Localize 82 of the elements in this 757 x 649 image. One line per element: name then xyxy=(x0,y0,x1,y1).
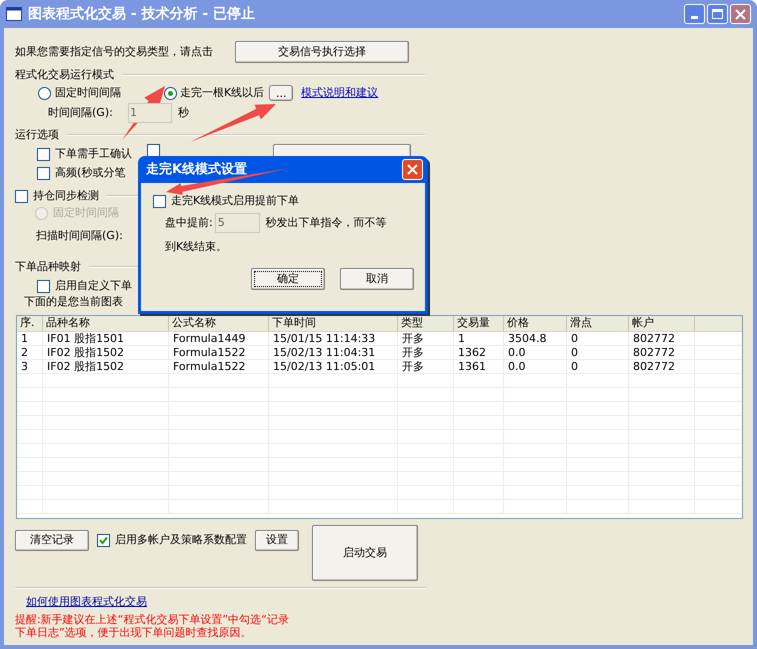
column-header[interactable]: 滑点 xyxy=(567,316,629,331)
table-cell: 15/01/15 11:14:33 xyxy=(269,332,398,345)
checkbox[interactable] xyxy=(153,195,166,208)
interval-unit: 秒 xyxy=(178,104,189,121)
mode-help-link[interactable]: 模式说明和建议 xyxy=(301,84,378,102)
scan-interval-label: 扫描时间间隔(G): xyxy=(36,228,123,244)
column-header[interactable]: 序. xyxy=(17,316,43,331)
interval-label: 时间间隔(G): xyxy=(48,104,114,121)
table-cell: 2 xyxy=(17,346,43,359)
table-cell: 0.0 xyxy=(504,346,567,359)
advance-label: 盘中提前: xyxy=(165,214,213,231)
annotation-arrow xyxy=(122,86,165,140)
table-cell: 0.0 xyxy=(504,360,567,373)
dialog-title: 走完K线模式设置 xyxy=(146,160,248,179)
checkbox[interactable] xyxy=(97,534,110,547)
checkbox-label: 高频(秒或分笔 xyxy=(55,165,126,182)
start-trading-button[interactable]: 启动交易 xyxy=(312,525,418,581)
table-cell: 1 xyxy=(454,332,504,345)
checkbox-label: 下单需手工确认 xyxy=(55,146,132,162)
checkbox-label: 启用多帐户及策略系数配置 xyxy=(115,532,247,548)
table-cell: 15/02/13 11:05:01 xyxy=(269,360,398,373)
checkbox[interactable] xyxy=(37,280,50,292)
table-cell: 802772 xyxy=(629,346,695,359)
radio-label: 走完一根K线以后 xyxy=(180,84,264,101)
radio-button[interactable] xyxy=(164,86,177,100)
maximize-button[interactable] xyxy=(707,4,728,24)
table-cell: 0 xyxy=(567,360,629,373)
table-cell: 3504.8 xyxy=(504,332,567,345)
checkbox[interactable] xyxy=(147,144,160,157)
radio-label: 固定时间间隔 xyxy=(53,204,119,221)
radio-label: 固定时间间隔 xyxy=(55,84,121,101)
table-cell: 1362 xyxy=(454,346,504,359)
table-cell: 1361 xyxy=(454,360,504,373)
table-cell: 0 xyxy=(567,346,629,359)
table-cell: 开多 xyxy=(398,346,454,359)
close-icon xyxy=(735,8,746,20)
column-header[interactable]: 交易量 xyxy=(454,316,504,331)
group-heading: 下单品种映射 xyxy=(15,258,81,275)
cancel-button[interactable]: 取消 xyxy=(340,268,414,290)
table-cell: Formula1522 xyxy=(169,360,269,373)
checkbox[interactable] xyxy=(37,148,50,160)
table-cell: 开多 xyxy=(398,360,454,373)
table-cell: 15/02/13 11:04:31 xyxy=(269,346,398,359)
checkbox[interactable] xyxy=(15,190,28,202)
minimize-button[interactable] xyxy=(684,4,705,24)
table-cell: 0 xyxy=(567,332,629,345)
close-icon xyxy=(407,164,418,175)
checkbox-label: 启用自定义下单 xyxy=(55,278,132,294)
table-cell: 802772 xyxy=(629,360,695,373)
window-icon xyxy=(6,7,22,21)
radio-button[interactable] xyxy=(38,86,51,100)
window-title: 图表程式化交易 - 技术分析 - 已停止 xyxy=(28,4,256,24)
table-cell: 802772 xyxy=(629,332,695,345)
column-header[interactable]: 价格 xyxy=(504,316,567,331)
ok-button[interactable]: 确定 xyxy=(251,268,325,290)
more-button[interactable]: ... xyxy=(269,85,294,101)
checkbox-label: 持仓同步检测 xyxy=(33,188,99,204)
tip-text: 提醒:新手建议在上述“程式化交易下单设置”中勾选“记录 下单日志”选项，便于出现下单问题时查找原因。 xyxy=(15,613,289,639)
table-caption: 下面的是您当前图表 xyxy=(24,294,123,310)
group-heading: 运行选项 xyxy=(15,126,59,143)
column-header[interactable]: 帐户 xyxy=(629,316,695,331)
table-cell: 开多 xyxy=(398,332,454,345)
advance-description: 秒发出下单指令，而不等 xyxy=(266,214,387,231)
dialog-close-button[interactable] xyxy=(402,159,423,180)
table-cell: IF01 股指1501 xyxy=(43,332,169,345)
checkbox-label: 走完K线模式启用提前下单 xyxy=(171,193,300,210)
table-cell: IF02 股指1502 xyxy=(43,360,169,373)
checkmark-icon xyxy=(99,536,108,545)
setup-button[interactable]: 设置 xyxy=(255,530,299,551)
usage-help-link[interactable]: 如何使用图表程式化交易 xyxy=(26,594,147,610)
clear-records-button[interactable]: 清空记录 xyxy=(15,530,89,551)
group-heading: 程式化交易运行模式 xyxy=(15,66,114,83)
checkbox[interactable] xyxy=(37,167,50,180)
close-button[interactable] xyxy=(730,4,751,24)
table-cell: 3 xyxy=(17,360,43,373)
signal-prompt: 如果您需要指定信号的交易类型，请点击 xyxy=(15,44,214,60)
table-cell: 1 xyxy=(17,332,43,345)
table-cell: IF02 股指1502 xyxy=(43,346,169,359)
table-cell: Formula1522 xyxy=(169,346,269,359)
advance-description: 到K线结束。 xyxy=(165,238,228,255)
signal-select-button[interactable]: 交易信号执行选择 xyxy=(235,41,409,63)
table-cell: Formula1449 xyxy=(169,332,269,345)
